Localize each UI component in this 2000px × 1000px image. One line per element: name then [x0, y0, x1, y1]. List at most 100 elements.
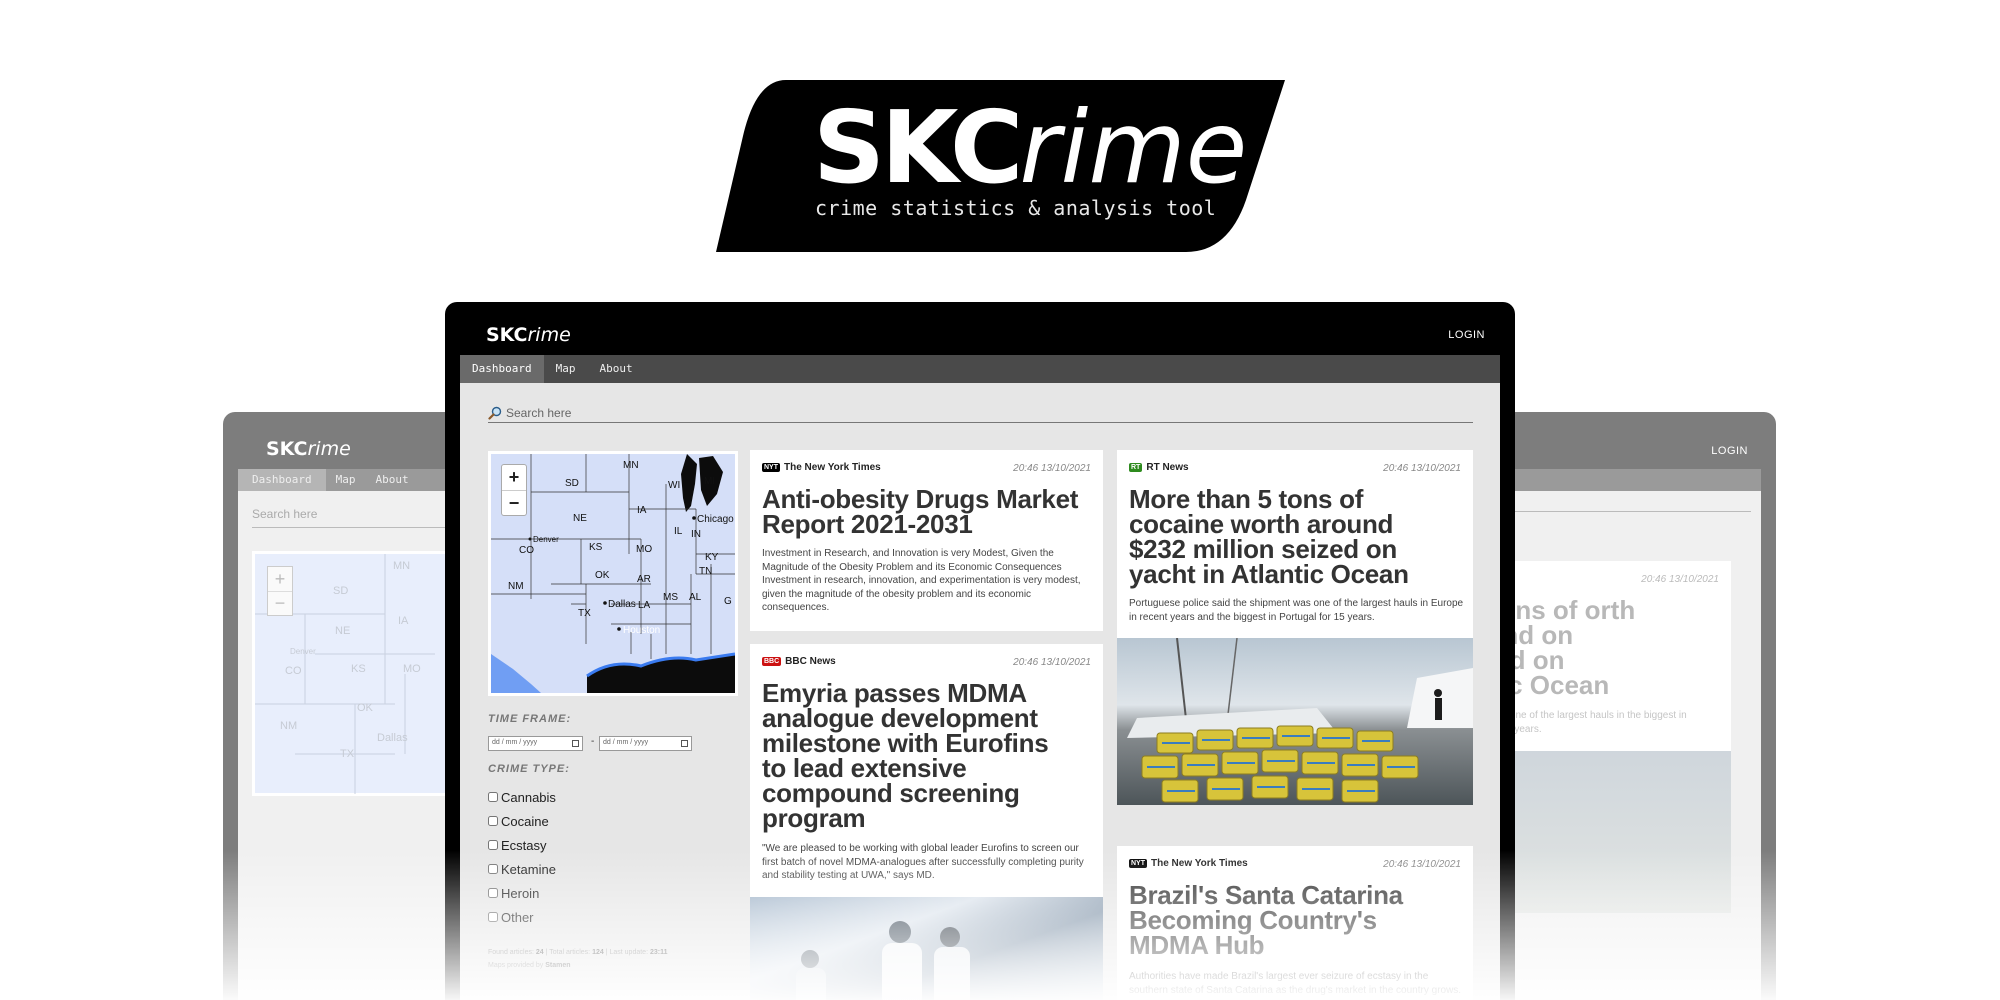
source-name: RT News [1146, 462, 1189, 473]
state-label: IN [691, 529, 701, 540]
brand-logo[interactable]: SKCrime [486, 324, 571, 346]
side-tab-dashboard: Dashboard [238, 469, 326, 491]
hero-logo-text: SKCrime [813, 89, 1248, 206]
svg-text:IA: IA [398, 615, 409, 627]
crime-type-checkbox[interactable] [488, 792, 498, 802]
crime-type-item[interactable]: Heroin [488, 881, 556, 905]
crime-type-list: Cannabis Cocaine Ecstasy Ketamine Heroin… [488, 785, 556, 929]
us-map[interactable]: SD MN WI MI NE IA IL IN CO KS MO KY OK A… [491, 454, 735, 693]
article-card[interactable]: NYT The New York Times 20:46 13/10/2021 A… [750, 450, 1103, 631]
source-badge: BBC [762, 657, 782, 666]
article-title[interactable]: More than 5 tons of cocaine worth around… [1129, 486, 1429, 587]
state-label: CO [519, 545, 534, 556]
svg-text:Denver: Denver [290, 647, 316, 656]
article-title[interactable]: Anti-obesity Drugs Market Report 2021-20… [762, 486, 1097, 537]
search-input[interactable] [506, 405, 1406, 420]
tab-about[interactable]: About [587, 355, 644, 383]
stamen-link[interactable]: Stamen [545, 962, 570, 969]
state-label: KS [589, 542, 603, 553]
article-summary: Portuguese police said the shipment was … [1129, 598, 1464, 623]
side-brand-left: SKCrime [266, 438, 351, 460]
svg-text:MN: MN [393, 560, 410, 572]
state-label: IA [637, 505, 647, 516]
svg-text:SD: SD [333, 585, 348, 597]
state-label: MS [663, 592, 678, 603]
article-title[interactable]: Brazil's Santa Catarina Becoming Country… [1129, 882, 1429, 958]
crime-type-item[interactable]: Other [488, 905, 556, 929]
state-label: TN [699, 566, 712, 577]
stats-line: Found articles: 24 | Total articles: 124… [488, 949, 668, 956]
state-label: TX [578, 608, 591, 619]
maps-credit: Maps provided by Stamen [488, 962, 571, 969]
main-app-window: SKCrime LOGIN Dashboard Map About Search… [445, 302, 1515, 1000]
crime-type-label-text: Ketamine [501, 861, 556, 877]
calendar-icon[interactable] [681, 740, 688, 747]
article-source: BBC BBC News [762, 656, 836, 667]
state-label: AR [637, 574, 651, 585]
article-title[interactable]: Emyria passes MDMA analogue development … [762, 680, 1062, 831]
article-time: 20:46 13/10/2021 [1013, 657, 1091, 668]
source-badge: RT [1129, 463, 1143, 472]
crime-type-checkbox[interactable] [488, 864, 498, 874]
tab-dashboard[interactable]: Dashboard [460, 355, 544, 383]
crime-type-label: CRIME TYPE: [488, 763, 570, 775]
article-card[interactable]: RT RT News 20:46 13/10/2021 More than 5 t… [1117, 450, 1473, 805]
svg-text:Dallas: Dallas [377, 732, 408, 744]
lab-photo [750, 897, 1103, 1000]
crime-type-label-text: Cannabis [501, 789, 556, 805]
side-zoom-control: + − [267, 566, 293, 616]
cocaine-photo-drawing [1127, 637, 1473, 803]
crime-type-item[interactable]: Cocaine [488, 809, 556, 833]
crime-type-checkbox[interactable] [488, 912, 498, 922]
calendar-icon[interactable] [572, 740, 579, 747]
source-badge: NYT [1129, 859, 1147, 868]
tab-map[interactable]: Map [544, 355, 588, 383]
source-badge: NYT [762, 463, 780, 472]
lab-photo-drawing [796, 921, 970, 1000]
login-link[interactable]: LOGIN [1448, 329, 1485, 341]
date-to-placeholder: dd / mm / yyyy [603, 739, 649, 746]
state-label: MN [623, 460, 639, 471]
crime-map[interactable]: SD MN WI MI NE IA IL IN CO KS MO KY OK A… [488, 451, 738, 696]
svg-text:KS: KS [351, 663, 366, 675]
article-card[interactable]: NYT The New York Times 20:46 13/10/2021 B… [1117, 846, 1473, 1000]
article-summary: "We are pleased to be working with globa… [762, 843, 1084, 881]
map-zoom-control: + − [501, 464, 527, 516]
side-search-left: Search here [252, 507, 318, 521]
date-from-placeholder: dd / mm / yyyy [492, 739, 538, 746]
state-label: AL [689, 592, 702, 603]
article-summary: Investment in Research, and Innovation i… [762, 548, 1081, 613]
crime-type-item[interactable]: Cannabis [488, 785, 556, 809]
crime-type-checkbox[interactable] [488, 816, 498, 826]
svg-text:TX: TX [340, 748, 355, 760]
crime-type-item[interactable]: Ketamine [488, 857, 556, 881]
state-label: MI [704, 476, 715, 487]
state-label: MO [636, 544, 652, 555]
crime-type-label-text: Other [501, 909, 534, 925]
state-label: OK [595, 570, 610, 581]
city-label: Denver [533, 535, 559, 544]
svg-text:MO: MO [403, 663, 421, 675]
crime-type-checkbox[interactable] [488, 840, 498, 850]
crime-type-checkbox[interactable] [488, 888, 498, 898]
svg-text:NM: NM [280, 720, 297, 732]
zoom-in-button[interactable]: + [502, 465, 526, 490]
zoom-out-button[interactable]: − [502, 490, 526, 515]
date-from-input[interactable]: dd / mm / yyyy [488, 736, 583, 751]
state-label: SD [565, 478, 579, 489]
side-zoom-out: − [268, 591, 292, 615]
city-label: Houston [623, 625, 660, 636]
article-time: 20:46 13/10/2021 [1383, 463, 1461, 474]
hero-logo-banner: SKCrime crime statistics & analysis tool [716, 80, 1291, 252]
date-to-input[interactable]: dd / mm / yyyy [599, 736, 692, 751]
search-icon [488, 406, 502, 420]
date-separator: - [591, 736, 595, 747]
svg-text:OK: OK [357, 702, 374, 714]
side-tab-map: Map [335, 473, 356, 486]
crime-type-item[interactable]: Ecstasy [488, 833, 556, 857]
article-card[interactable]: BBC BBC News 20:46 13/10/2021 Emyria pass… [750, 644, 1103, 1000]
side-tab-about: About [375, 473, 409, 486]
main-nav: Dashboard Map About [460, 355, 1500, 383]
article-source: RT RT News [1129, 462, 1189, 473]
side-login-right: LOGIN [1711, 445, 1748, 457]
